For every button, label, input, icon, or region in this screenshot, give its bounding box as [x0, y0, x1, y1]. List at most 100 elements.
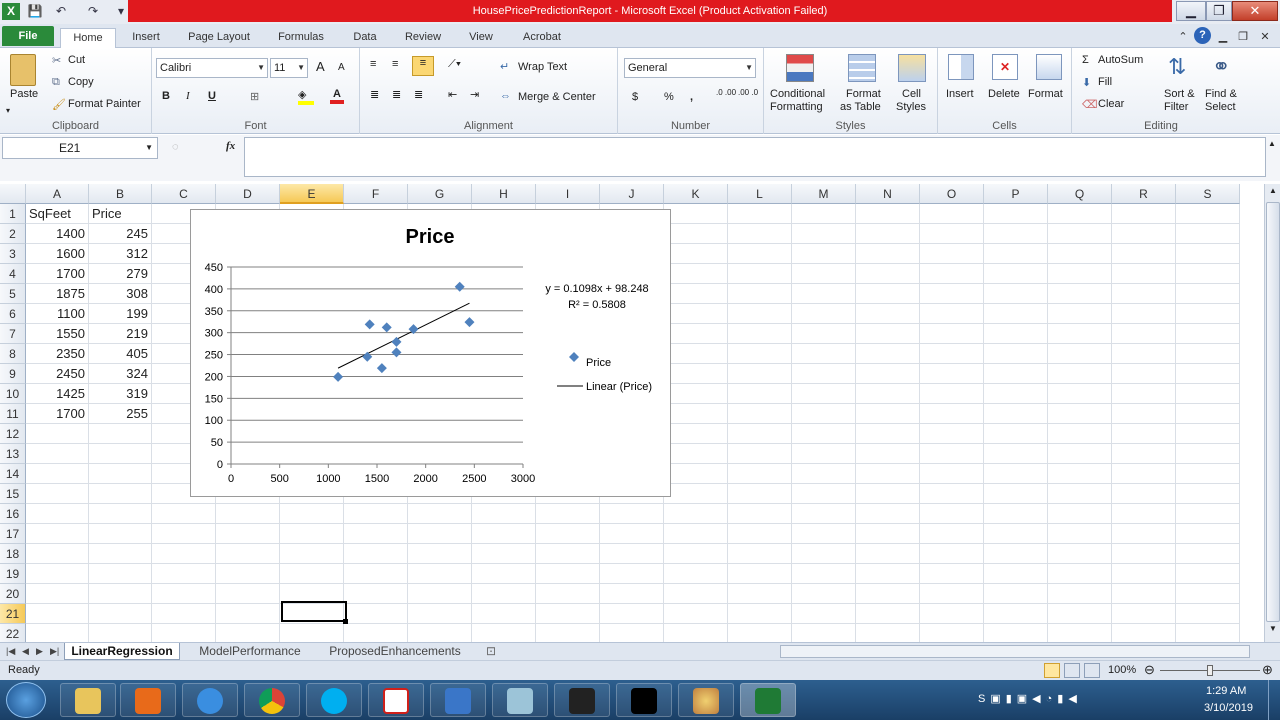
clear-button[interactable]: Clear — [1098, 98, 1124, 110]
next-sheet-icon[interactable]: ▶ — [36, 643, 43, 660]
grid-cell[interactable] — [26, 524, 89, 544]
grid-cell[interactable] — [1112, 364, 1176, 384]
format-as-table-label2[interactable]: as Table — [840, 101, 881, 113]
scroll-down-icon[interactable]: ▼ — [1267, 624, 1279, 638]
grid-cell[interactable] — [664, 464, 728, 484]
doc-close-icon[interactable]: ✕ — [1258, 28, 1272, 48]
data-cell[interactable]: 245 — [89, 224, 152, 244]
row-header-9[interactable]: 9 — [0, 364, 26, 384]
grid-cell[interactable] — [920, 284, 984, 304]
grid-cell[interactable] — [1048, 624, 1112, 642]
grid-cell[interactable] — [920, 624, 984, 642]
save-icon[interactable]: 💾 — [26, 3, 44, 20]
grid-cell[interactable] — [1176, 484, 1240, 504]
grid-cell[interactable] — [1176, 244, 1240, 264]
taskbar-terminal[interactable] — [554, 683, 610, 717]
fill-button[interactable]: Fill — [1098, 76, 1112, 88]
grid-cell[interactable] — [1176, 604, 1240, 624]
grid-cell[interactable] — [856, 564, 920, 584]
grid-cell[interactable] — [984, 624, 1048, 642]
minimize-icon[interactable]: ▁ — [1176, 1, 1206, 21]
grid-cell[interactable] — [792, 204, 856, 224]
grid-cell[interactable] — [920, 424, 984, 444]
grid-cell[interactable] — [408, 624, 472, 642]
grid-cell[interactable] — [216, 544, 280, 564]
grid-cell[interactable] — [920, 564, 984, 584]
grid-cell[interactable] — [856, 484, 920, 504]
grid-cell[interactable] — [1048, 584, 1112, 604]
column-header-f[interactable]: F — [344, 184, 408, 204]
grid-cell[interactable] — [728, 624, 792, 642]
grid-cell[interactable] — [216, 624, 280, 642]
grid-cell[interactable] — [920, 464, 984, 484]
data-cell[interactable]: 308 — [89, 284, 152, 304]
grid-cell[interactable] — [1176, 264, 1240, 284]
grid-cell[interactable] — [984, 404, 1048, 424]
grid-cell[interactable] — [152, 544, 216, 564]
row-header-19[interactable]: 19 — [0, 564, 26, 584]
collapse-ribbon-icon[interactable]: ⌃ — [1176, 28, 1190, 48]
grid-cell[interactable] — [408, 524, 472, 544]
grid-cell[interactable] — [728, 484, 792, 504]
grid-cell[interactable] — [472, 604, 536, 624]
grid-cell[interactable] — [728, 284, 792, 304]
grid-cell[interactable] — [792, 504, 856, 524]
sheet-tab-modelperformance[interactable]: ModelPerformance — [190, 643, 310, 660]
grid-cell[interactable] — [472, 624, 536, 642]
tab-review[interactable]: Review — [398, 28, 448, 48]
grid-cell[interactable] — [89, 604, 152, 624]
grid-cell[interactable] — [536, 504, 600, 524]
grid-cell[interactable] — [1112, 444, 1176, 464]
zoom-level[interactable]: 100% — [1108, 664, 1136, 676]
grid-cell[interactable] — [792, 544, 856, 564]
autosum-button[interactable]: AutoSum — [1098, 54, 1143, 66]
grid-cell[interactable] — [920, 404, 984, 424]
grid-cell[interactable] — [1176, 364, 1240, 384]
grid-cell[interactable] — [664, 364, 728, 384]
insert-sheet-icon[interactable]: ⊡ — [486, 643, 496, 660]
grid-cell[interactable] — [792, 244, 856, 264]
row-header-12[interactable]: 12 — [0, 424, 26, 444]
align-center-icon[interactable]: ≣ — [392, 88, 401, 101]
scroll-up-icon[interactable]: ▲ — [1267, 186, 1279, 200]
sheet-tab-linearregression[interactable]: LinearRegression — [64, 643, 180, 660]
vertical-scrollbar[interactable]: ▲ ▼ — [1264, 184, 1280, 642]
grid-cell[interactable] — [984, 464, 1048, 484]
grid-cell[interactable] — [216, 604, 280, 624]
grid-cell[interactable] — [1048, 484, 1112, 504]
grid-cell[interactable] — [408, 504, 472, 524]
grid-cell[interactable] — [920, 484, 984, 504]
data-cell[interactable]: 255 — [89, 404, 152, 424]
tab-page-layout[interactable]: Page Layout — [180, 28, 258, 48]
grid-cell[interactable] — [344, 504, 408, 524]
grid-cell[interactable] — [152, 504, 216, 524]
help-icon[interactable]: ? — [1194, 27, 1211, 44]
grid-cell[interactable] — [856, 464, 920, 484]
grid-cell[interactable] — [152, 524, 216, 544]
grid-cell[interactable] — [472, 524, 536, 544]
name-box[interactable]: E21 ▼ — [2, 137, 158, 159]
clock-date[interactable]: 3/10/2019 — [1204, 702, 1253, 714]
grid-cell[interactable] — [664, 604, 728, 624]
grid-cell[interactable] — [664, 304, 728, 324]
grid-cell[interactable] — [1048, 444, 1112, 464]
grid-cell[interactable] — [26, 484, 89, 504]
grid-cell[interactable] — [408, 544, 472, 564]
column-header-n[interactable]: N — [856, 184, 920, 204]
grid-cell[interactable] — [89, 464, 152, 484]
row-header-1[interactable]: 1 — [0, 204, 26, 224]
data-cell[interactable]: 324 — [89, 364, 152, 384]
grid-cell[interactable] — [792, 344, 856, 364]
column-header-k[interactable]: K — [664, 184, 728, 204]
grid-cell[interactable] — [792, 524, 856, 544]
delete-button[interactable]: Delete — [988, 88, 1020, 100]
align-left-icon[interactable]: ≣ — [370, 88, 379, 101]
grid-cell[interactable] — [984, 384, 1048, 404]
grid-cell[interactable] — [152, 564, 216, 584]
column-header-q[interactable]: Q — [1048, 184, 1112, 204]
grid-cell[interactable] — [728, 464, 792, 484]
paste-icon[interactable] — [10, 54, 36, 86]
grid-cell[interactable] — [344, 604, 408, 624]
font-color-icon[interactable]: A — [330, 88, 344, 104]
grid-cell[interactable] — [26, 464, 89, 484]
